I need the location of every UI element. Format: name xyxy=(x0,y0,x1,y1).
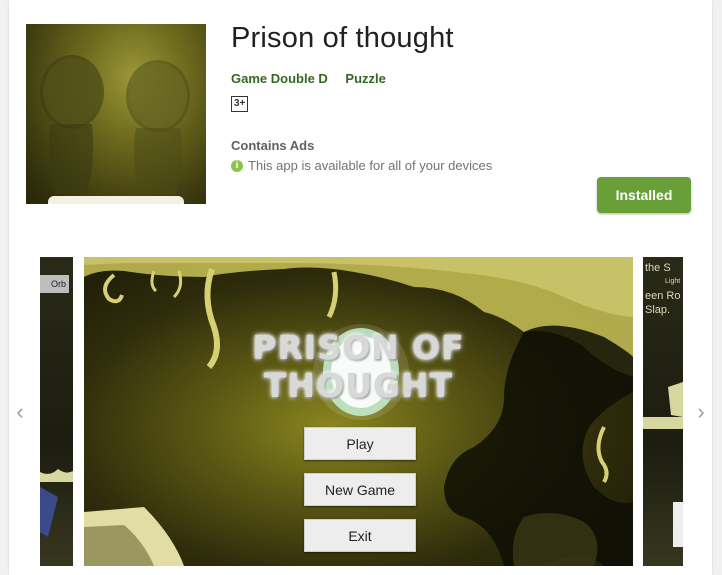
app-icon-artwork xyxy=(40,55,190,194)
app-icon-base xyxy=(48,196,184,204)
game-title-line-1: PRISON OF xyxy=(252,328,465,367)
screenshot-previous[interactable]: Orb xyxy=(40,257,73,566)
content-rating-badge: 3+ xyxy=(231,96,249,112)
screenshot-previous-art xyxy=(40,469,73,537)
game-title-line-2: THOUGHT xyxy=(263,366,454,405)
screenshot-next[interactable]: the S Light een Ro Slap. xyxy=(643,257,683,566)
new-game-button[interactable]: New Game xyxy=(304,473,416,506)
info-icon: i xyxy=(231,159,243,172)
screenshot-main[interactable]: PRISON OF THOUGHT Play New Game Exit xyxy=(84,257,633,566)
screenshot-next-art xyxy=(643,382,683,547)
play-button[interactable]: Play xyxy=(304,427,416,460)
chevron-left-icon[interactable]: ‹ xyxy=(12,400,28,424)
game-title: PRISON OF THOUGHT xyxy=(84,329,633,405)
app-icon xyxy=(26,24,206,204)
contains-ads-label: Contains Ads xyxy=(231,138,315,153)
genre-link[interactable]: Puzzle xyxy=(345,71,385,86)
availability-text: This app is available for all of your de… xyxy=(248,158,493,173)
app-meta: Game Double D Puzzle xyxy=(231,71,386,86)
availability-notice: i This app is available for all of your … xyxy=(231,158,492,173)
app-title: Prison of thought xyxy=(231,22,454,54)
installed-button[interactable]: Installed xyxy=(597,177,691,213)
exit-button[interactable]: Exit xyxy=(304,519,416,552)
developer-link[interactable]: Game Double D xyxy=(231,71,328,86)
chevron-right-icon[interactable]: › xyxy=(693,400,709,424)
